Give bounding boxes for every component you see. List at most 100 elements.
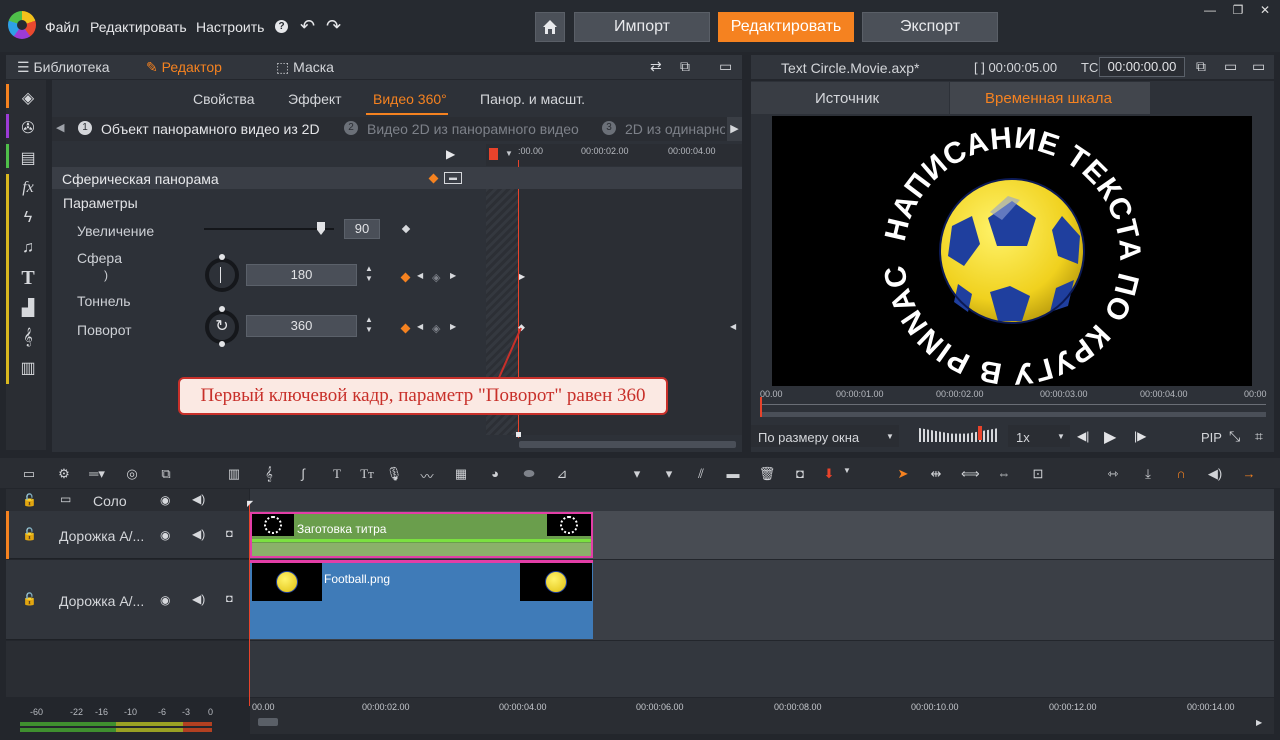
rotate-spinner-icon[interactable]: ▲ ▼ <box>362 315 376 337</box>
zoom-value-field[interactable]: 90 <box>344 219 380 239</box>
layout-icon[interactable]: ▭ <box>719 58 732 75</box>
slide-icon[interactable]: ⇔ <box>995 466 1013 484</box>
crop-icon[interactable]: ⌗ <box>1255 428 1263 445</box>
resize-icon[interactable]: ⤡ <box>1229 428 1240 445</box>
trim-icon[interactable]: ⇹ <box>927 466 945 484</box>
fx-icon[interactable]: fx <box>12 174 44 202</box>
music-icon[interactable]: ♫ <box>12 234 44 262</box>
step-back-icon[interactable]: ◀| <box>1077 429 1089 443</box>
help-icon[interactable]: ? <box>275 20 288 33</box>
close-icon[interactable]: ✕ <box>1258 3 1272 17</box>
tab-effect[interactable]: Эффект <box>288 91 342 107</box>
steps-right-icon[interactable]: ▶ <box>727 117 742 141</box>
swap-icon[interactable]: ⇄ <box>650 58 662 75</box>
restore-icon[interactable]: ❐ <box>1231 3 1245 17</box>
title3d-icon[interactable]: Tт <box>358 466 376 484</box>
step-forward-icon[interactable]: |▶ <box>1134 429 1146 443</box>
lock-icon[interactable]: 🔓 <box>22 493 37 507</box>
home-button[interactable] <box>535 12 565 42</box>
overlay-icon[interactable]: ▟ <box>12 294 44 322</box>
fit-timeline-icon[interactable]: ⊡ <box>1029 466 1047 484</box>
text-icon[interactable]: T <box>12 264 44 292</box>
next-keyframe-icon[interactable]: ▶ <box>450 322 456 331</box>
stack-icon[interactable]: ▤ <box>12 144 44 172</box>
insert-mode-icon[interactable]: → <box>1240 466 1258 484</box>
disc-icon[interactable]: ◎ <box>123 466 141 484</box>
kf-playhead-handle[interactable] <box>516 432 521 437</box>
rotate-dial[interactable]: ↻ <box>205 310 239 344</box>
marker-left-icon[interactable]: ▾ <box>628 466 646 484</box>
rotate-value-field[interactable]: 360 <box>246 315 357 337</box>
audio-mixer-icon[interactable]: ▥ <box>225 466 243 484</box>
settings-gear-icon[interactable]: ⚙ <box>55 466 73 484</box>
preview-scrubber[interactable] <box>760 412 1266 417</box>
marker-right-icon[interactable]: ▾ <box>660 466 678 484</box>
minimize-icon[interactable]: — <box>1203 3 1217 17</box>
timeline-view-icon[interactable]: ▭ <box>20 466 38 484</box>
razor-icon[interactable]: ⫽ <box>692 466 710 484</box>
zoom-slider-track[interactable] <box>204 228 334 230</box>
play-icon[interactable]: ▶ <box>446 147 455 161</box>
tab-pan-zoom[interactable]: Панор. и масшт. <box>480 91 585 107</box>
color-icon[interactable]: ◕ <box>486 466 504 484</box>
lightning-icon[interactable]: ϟ <box>12 204 44 232</box>
keyframe-toggle-icon[interactable]: ◈ <box>432 271 440 284</box>
import-button[interactable]: Импорт <box>574 12 710 42</box>
insert-icon[interactable]: ⤓ <box>1139 466 1157 484</box>
steps-left-icon[interactable]: ◀ <box>56 121 64 134</box>
music-clef-icon[interactable]: 𝄞 <box>260 466 278 484</box>
preview-ruler[interactable] <box>757 386 1269 410</box>
section-title[interactable]: Сферическая панорама <box>62 171 219 187</box>
marker-icon[interactable] <box>489 148 498 160</box>
fullscreen-icon[interactable]: ▭ <box>1252 58 1265 75</box>
voiceover-icon[interactable]: 🎙 <box>385 466 403 484</box>
tab-library[interactable]: ☰ Библиотека <box>17 59 110 76</box>
popout-icon[interactable]: ⧉ <box>1196 58 1206 75</box>
pip-button[interactable]: PIP <box>1201 430 1222 445</box>
scroll-right-icon[interactable]: ▶ <box>1256 718 1262 727</box>
solo-label[interactable]: Соло <box>93 493 127 509</box>
speaker-icon[interactable]: ◀) <box>192 492 205 506</box>
track-height-icon[interactable]: ═▾ <box>88 466 106 484</box>
chevron-down-icon[interactable]: ▼ <box>838 466 856 484</box>
eye-icon[interactable]: ◉ <box>160 493 170 507</box>
film-reel-icon[interactable]: ✇ <box>12 114 44 142</box>
speaker-icon[interactable]: ◀) <box>192 527 205 541</box>
keyframe-marker-icon[interactable]: ▶ <box>519 272 525 281</box>
treble-clef-icon[interactable]: 𝄞 <box>12 324 44 352</box>
edit-mode-button[interactable]: Редактировать <box>718 12 854 42</box>
track-name[interactable]: Дорожка А/... <box>59 528 144 544</box>
camera-icon[interactable]: ◘ <box>226 593 233 605</box>
redo-icon[interactable]: ↷ <box>326 16 341 37</box>
sphere-spinner-icon[interactable]: ▲ ▼ <box>362 264 376 286</box>
prev-keyframe-icon[interactable]: ◀ <box>417 322 423 331</box>
keyframe-toggle-icon[interactable]: ◈ <box>432 322 440 335</box>
eye-icon[interactable]: ◉ <box>160 528 170 542</box>
lock-icon[interactable]: 🔓 <box>22 592 37 606</box>
tab-editor[interactable]: ✎ Редактор <box>146 59 222 76</box>
keyframe-end-icon[interactable]: ◀ <box>730 322 736 331</box>
step-label[interactable]: 2D из одинарно <box>625 121 725 137</box>
tab-mask[interactable]: ⬚ Маска <box>276 59 334 76</box>
layers-icon[interactable]: ◈ <box>12 84 44 112</box>
timeline-marker-icon[interactable]: ⬇ <box>820 466 838 484</box>
waveform-icon[interactable]: 〰 <box>418 466 436 484</box>
slip-icon[interactable]: ⟺ <box>961 466 980 484</box>
next-keyframe-icon[interactable]: ▶ <box>450 271 456 280</box>
menu-file[interactable]: Файл <box>45 19 79 35</box>
prev-keyframe-icon[interactable]: ◀ <box>417 271 423 280</box>
play-icon[interactable]: ▶ <box>1104 427 1116 447</box>
timeline-playhead[interactable] <box>249 503 250 706</box>
eye-icon[interactable]: ◉ <box>160 593 170 607</box>
title-icon[interactable]: T <box>328 466 346 484</box>
dual-view-icon[interactable]: ▭ <box>1224 58 1237 75</box>
magnet-icon[interactable]: ∩ <box>1172 466 1190 484</box>
speed-icon[interactable]: ⊿ <box>553 466 571 484</box>
storyboard-icon[interactable]: ⧉ <box>157 466 175 484</box>
step-label[interactable]: Видео 2D из панорамного видео <box>367 121 579 137</box>
popout-icon[interactable]: ⧉ <box>680 58 690 75</box>
scorefitter-icon[interactable]: ∫ <box>294 466 312 484</box>
playhead-handle-icon[interactable]: ◤ <box>247 499 253 508</box>
monitor-icon[interactable]: ▭ <box>60 492 71 506</box>
menu-settings[interactable]: Настроить <box>196 19 264 35</box>
